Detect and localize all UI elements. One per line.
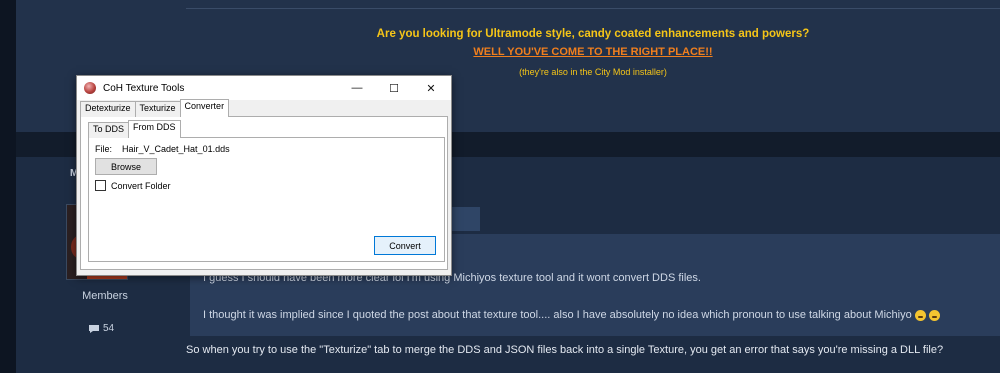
- sub-tabs: To DDS From DDS: [88, 120, 181, 138]
- file-value: Hair_V_Cadet_Hat_01.dds: [122, 144, 230, 154]
- post-count: 54: [88, 323, 114, 334]
- ad-link[interactable]: WELL YOU'VE COME TO THE RIGHT PLACE!!: [186, 46, 1000, 58]
- browse-button[interactable]: Browse: [95, 158, 157, 175]
- post-count-value: 54: [103, 323, 115, 334]
- quote-line-2: I thought it was implied since I quoted …: [203, 309, 940, 321]
- app-icon: [84, 82, 96, 94]
- grin-emoji-icon: [914, 309, 926, 321]
- title-bar[interactable]: CoH Texture Tools — ☐ ✕: [77, 76, 451, 100]
- convert-folder-label: Convert Folder: [111, 180, 171, 191]
- tab-texturize[interactable]: Texturize: [134, 101, 181, 117]
- close-button[interactable]: ✕: [413, 76, 449, 100]
- tab-from-dds[interactable]: From DDS: [128, 120, 181, 138]
- window-title: CoH Texture Tools: [103, 82, 185, 94]
- page-left-edge: [0, 0, 16, 373]
- reply-text: So when you try to use the "Texturize" t…: [186, 344, 944, 356]
- tab-detexturize[interactable]: Detexturize: [80, 101, 136, 117]
- main-tabs: Detexturize Texturize Converter: [80, 99, 230, 117]
- texture-tools-window: CoH Texture Tools — ☐ ✕ Detexturize Text…: [76, 75, 452, 276]
- quote-line-2-text: I thought it was implied since I quoted …: [203, 309, 912, 321]
- comment-icon: [89, 324, 99, 333]
- file-label: File:: [95, 144, 113, 154]
- ad-headline: Are you looking for Ultramode style, can…: [376, 28, 810, 40]
- member-role: Members: [82, 290, 128, 302]
- minimize-button[interactable]: —: [339, 76, 375, 100]
- convert-button[interactable]: Convert: [374, 236, 436, 255]
- maximize-button[interactable]: ☐: [376, 76, 412, 100]
- panel-tab: [450, 207, 480, 231]
- file-row: File: Hair_V_Cadet_Hat_01.dds: [95, 144, 230, 154]
- tab-to-dds[interactable]: To DDS: [88, 122, 130, 138]
- convert-folder-checkbox[interactable]: [95, 180, 106, 191]
- convert-folder-option[interactable]: Convert Folder: [95, 180, 171, 191]
- tab-converter[interactable]: Converter: [179, 99, 230, 117]
- divider: [186, 8, 1000, 9]
- grin-emoji-icon: [928, 309, 940, 321]
